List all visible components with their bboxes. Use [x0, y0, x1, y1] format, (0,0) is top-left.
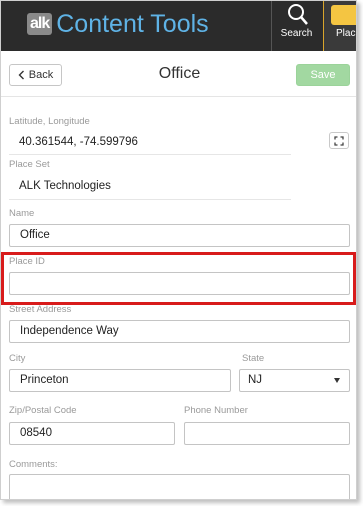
city-field[interactable]: Princeton [9, 369, 231, 392]
zip-field[interactable]: 08540 [9, 422, 175, 445]
latlong-label: Latitude, Longitude [9, 116, 90, 127]
expand-map-button[interactable] [329, 132, 349, 149]
nav-search-button[interactable]: Search [271, 1, 321, 51]
phone-field[interactable] [184, 422, 350, 445]
brand-logo: alk Content Tools [27, 6, 209, 42]
state-select[interactable]: NJ [239, 369, 350, 392]
back-button[interactable]: Back [9, 64, 62, 86]
caret-down-icon [334, 378, 340, 383]
place-set-label: Place Set [9, 159, 50, 170]
latlong-underline [9, 154, 291, 155]
back-button-label: Back [28, 69, 54, 81]
top-bar: alk Content Tools Search Plac [1, 1, 356, 51]
nav-places-button[interactable]: Plac [323, 1, 356, 51]
place-id-field[interactable] [9, 272, 350, 295]
chevron-left-icon [18, 70, 24, 80]
search-icon [288, 4, 308, 25]
state-select-value: NJ [248, 374, 263, 386]
state-label: State [242, 353, 265, 364]
save-button[interactable]: Save [296, 64, 350, 86]
page-header: Back Office Save [1, 51, 356, 97]
zip-label: Zip/Postal Code [9, 405, 77, 416]
city-label: City [9, 353, 26, 364]
place-id-label: Place ID [9, 256, 45, 267]
comments-field[interactable] [9, 474, 350, 499]
phone-label: Phone Number [184, 405, 248, 416]
app-window: alk Content Tools Search Plac Back Offic… [0, 0, 357, 500]
nav-search-label: Search [280, 28, 313, 39]
name-field[interactable]: Office [9, 224, 350, 247]
expand-icon [334, 135, 344, 146]
brand-mark: alk [27, 13, 53, 35]
street-label: Street Address [9, 304, 72, 315]
app-title: Content Tools [56, 9, 209, 38]
comments-label: Comments: [9, 459, 58, 470]
latlong-value: 40.361544, -74.599796 [19, 136, 138, 148]
nav-places-label: Plac [336, 28, 356, 39]
place-set-underline [9, 199, 291, 200]
places-icon [331, 5, 356, 25]
place-set-value: ALK Technologies [19, 180, 111, 192]
street-field[interactable]: Independence Way [9, 320, 350, 343]
name-label: Name [9, 208, 35, 219]
